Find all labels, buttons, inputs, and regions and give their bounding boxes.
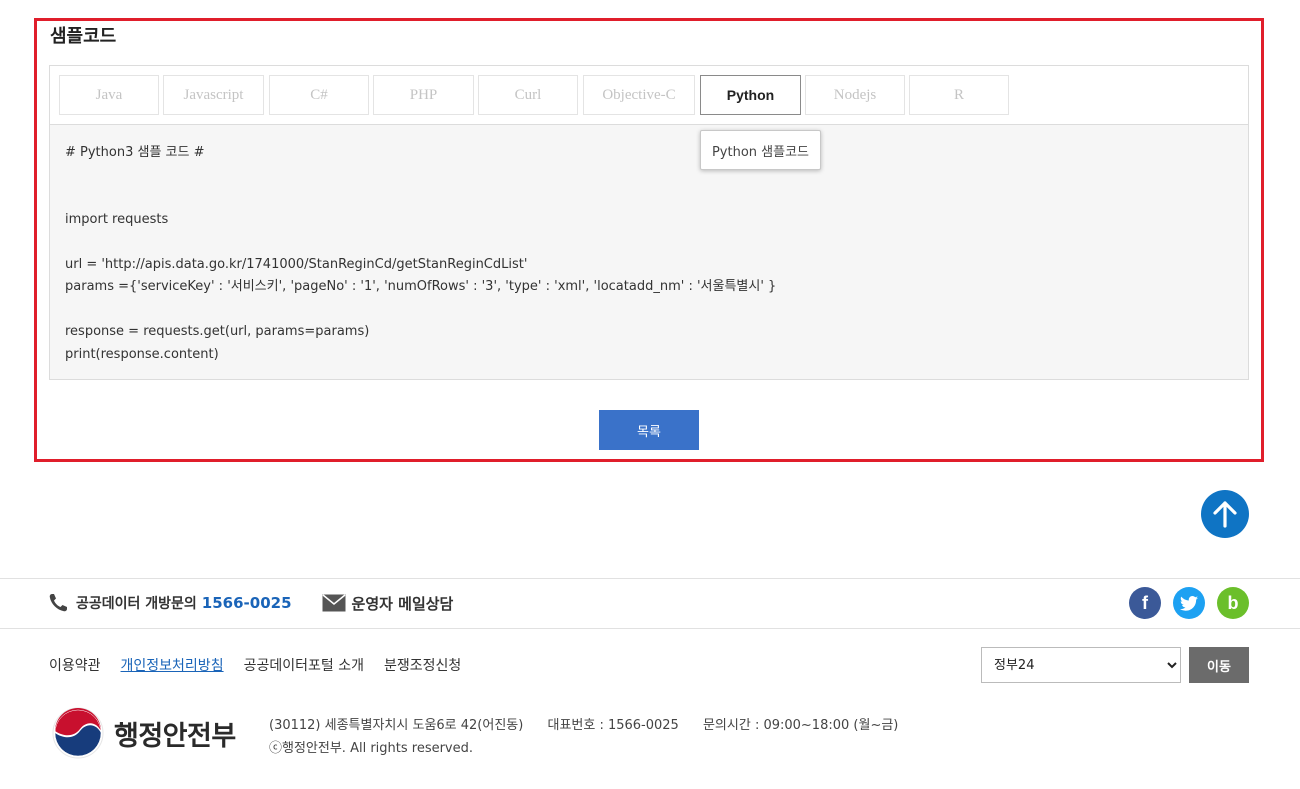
mail-icon [322,594,346,612]
mail-consult-link[interactable]: 운영자 메일상담 [322,593,454,614]
code-line: url = 'http://apis.data.go.kr/1741000/St… [65,256,528,272]
section-title: 샘플코드 [50,26,117,47]
tab-nodejs[interactable]: Nodejs [805,75,905,115]
code-line: # Python3 샘플 코드 # [65,145,205,160]
main-phone-text: 대표번호 : 1566-0025 [547,718,679,733]
code-line: import requests [65,212,169,228]
tab-csharp[interactable]: C# [269,75,369,115]
code-line: params ={'serviceKey' : '서비스키', 'pageNo'… [65,279,777,295]
contact-phone[interactable]: 1566-0025 [202,594,292,612]
footer-address: (30112) 세종특별자치시 도움6로 42(어진동) 대표번호 : 1566… [269,714,918,733]
dispute-mediation-link[interactable]: 분쟁조정신청 [384,655,461,675]
tab-java[interactable]: Java [59,75,159,115]
blog-button[interactable]: b [1217,587,1249,619]
sample-code-panel: Java Javascript C# PHP Curl Objective-C … [49,65,1249,380]
portal-intro-link[interactable]: 공공데이터포털 소개 [244,655,364,675]
code-line: print(response.content) [65,346,219,362]
ministry-emblem-icon [52,707,104,759]
footer-divider [0,578,1300,579]
twitter-button[interactable] [1173,587,1205,619]
tab-php[interactable]: PHP [373,75,474,115]
footer-links: 이용약관 개인정보처리방침 공공데이터포털 소개 분쟁조정신청 [49,655,481,675]
list-button[interactable]: 목록 [599,410,699,450]
privacy-policy-link[interactable]: 개인정보처리방침 [121,655,224,675]
address-text: (30112) 세종특별자치시 도움6로 42(어진동) [269,718,524,733]
ministry-logo[interactable]: 행정안전부 [52,707,236,759]
terms-link[interactable]: 이용약관 [49,655,101,675]
facebook-icon: f [1142,592,1148,613]
tab-r[interactable]: R [909,75,1009,115]
go-button[interactable]: 이동 [1189,647,1249,683]
twitter-icon [1180,595,1198,611]
facebook-button[interactable]: f [1129,587,1161,619]
code-line: response = requests.get(url, params=para… [65,324,370,340]
language-tab-bar: Java Javascript C# PHP Curl Objective-C … [50,66,1248,125]
blog-icon: b [1227,592,1239,613]
footer-divider [0,628,1300,629]
tab-objective-c[interactable]: Objective-C [583,75,695,115]
mail-consult-label: 운영자 메일상담 [351,594,454,613]
ministry-name: 행정안전부 [114,720,236,752]
python-tooltip: Python 샘플코드 [700,130,821,170]
hours-text: 문의시간 : 09:00~18:00 (월~금) [702,718,899,733]
contact-bar: 공공데이터 개방문의 1566-0025 운영자 메일상담 [48,590,453,616]
tab-curl[interactable]: Curl [478,75,578,115]
code-block: # Python3 샘플 코드 # import requests url = … [50,125,1248,379]
contact-label: 공공데이터 개방문의 [76,596,197,612]
arrow-up-icon [1213,501,1237,528]
tab-javascript[interactable]: Javascript [163,75,264,115]
copyright-text: ⓒ행정안전부. All rights reserved. [269,741,474,756]
related-site-select[interactable]: 정부24 [981,647,1181,683]
scroll-top-button[interactable] [1201,490,1249,538]
phone-icon [49,594,67,612]
tab-python[interactable]: Python [700,75,801,115]
